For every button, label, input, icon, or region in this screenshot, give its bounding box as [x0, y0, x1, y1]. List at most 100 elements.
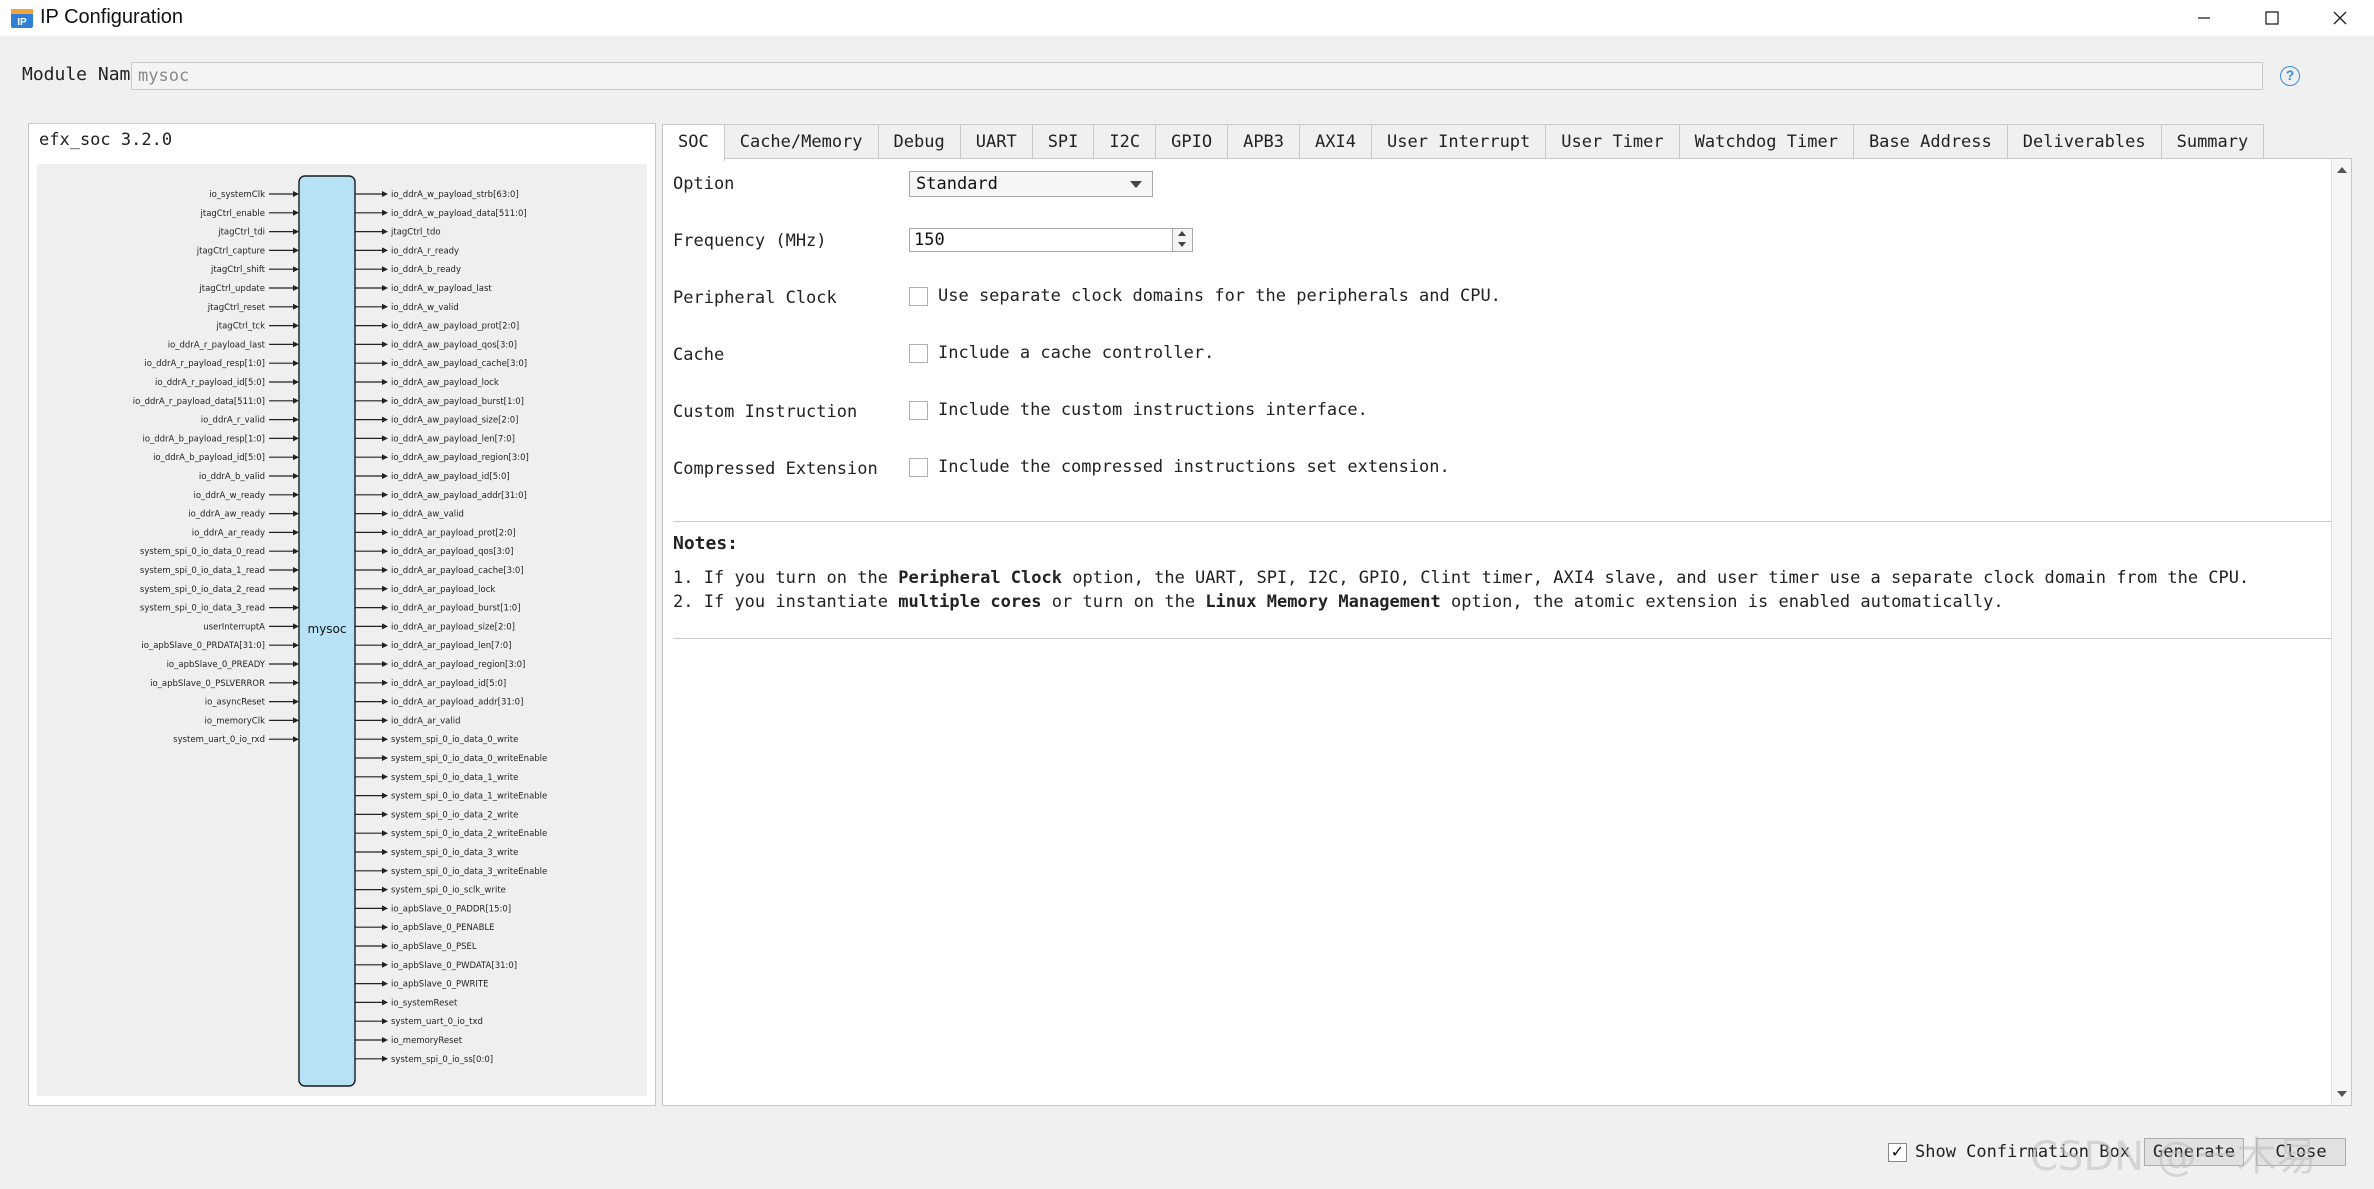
custom-instruction-option[interactable]: Include the custom instructions interfac… [909, 400, 1368, 420]
tab-gpio[interactable]: GPIO [1155, 124, 1229, 159]
port-label: io_ddrA_r_payload_data[511:0] [133, 397, 265, 407]
custom-instruction-label: Custom Instruction [673, 402, 858, 422]
tab-soc[interactable]: SOC [662, 124, 725, 161]
option-dropdown[interactable]: Standard [909, 171, 1153, 197]
output-port: io_ddrA_aw_payload_cache[3:0] [355, 359, 527, 369]
port-label: io_apbSlave_0_PENABLE [391, 923, 495, 933]
tab-user-timer[interactable]: User Timer [1545, 124, 1680, 159]
port-label: io_ddrA_ar_payload_qos[3:0] [391, 547, 514, 557]
port-label: io_apbSlave_0_PADDR[15:0] [391, 904, 511, 914]
spin-up-icon[interactable] [1178, 231, 1186, 236]
input-ports: io_systemClk jtagCtrl_enable jtagCtrl_tdij… [133, 190, 299, 745]
port-label: io_apbSlave_0_PWRITE [391, 980, 488, 990]
peripheral-clock-option[interactable]: Use separate clock domains for the perip… [909, 286, 1501, 306]
output-port: system_spi_0_io_data_1_writeEnable [355, 792, 547, 802]
port-label: io_systemClk [209, 190, 265, 200]
output-port: io_ddrA_w_payload_strb[63:0] [355, 190, 519, 200]
tab-axi4[interactable]: AXI4 [1299, 124, 1372, 159]
tab-watchdog-timer[interactable]: Watchdog Timer [1678, 124, 1854, 159]
tab-base-address[interactable]: Base Address [1852, 124, 2008, 159]
output-port: io_ddrA_ar_payload_size[2:0] [355, 622, 515, 632]
port-label: io_memoryReset [391, 1036, 463, 1046]
module-name-input[interactable] [131, 62, 2263, 90]
close-icon [2333, 11, 2347, 25]
frequency-spinbox[interactable]: 150 [909, 228, 1193, 252]
input-port: io_ddrA_r_payload_data[511:0] [133, 397, 299, 407]
spin-buttons[interactable] [1172, 229, 1192, 251]
port-label: io_ddrA_aw_payload_lock [391, 378, 499, 388]
tab-uart[interactable]: UART [959, 124, 1033, 159]
port-label: io_ddrA_aw_payload_len[7:0] [391, 434, 515, 444]
port-label: io_ddrA_r_payload_resp[1:0] [144, 359, 265, 369]
show-confirmation-option[interactable]: ✓ Show Confirmation Box [1888, 1142, 2130, 1162]
port-label: system_spi_0_io_data_0_writeEnable [391, 754, 547, 764]
cache-checkbox[interactable] [909, 343, 928, 363]
custom-instruction-checkbox[interactable] [909, 400, 928, 420]
output-port: io_ddrA_aw_payload_len[7:0] [355, 434, 515, 444]
port-label: io_ddrA_r_ready [391, 246, 459, 256]
window-title: IP Configuration [40, 6, 184, 28]
port-label: system_spi_0_io_data_1_read [140, 566, 265, 576]
tab-cache-memory[interactable]: Cache/Memory [723, 124, 879, 159]
scroll-down-icon[interactable] [2337, 1091, 2347, 1097]
input-port: io_ddrA_b_payload_id[5:0] [153, 453, 299, 463]
input-port: io_ddrA_r_valid [201, 416, 299, 426]
output-port: io_ddrA_ar_payload_addr[31:0] [355, 698, 523, 708]
tab-i2c[interactable]: I2C [1093, 124, 1157, 159]
port-label: io_ddrA_aw_payload_prot[2:0] [391, 322, 519, 332]
port-label: io_ddrA_ar_payload_region[3:0] [391, 660, 525, 670]
port-label: io_apbSlave_0_PSEL [391, 942, 477, 952]
compressed-extension-checkbox[interactable] [909, 457, 928, 477]
tab-user-interrupt[interactable]: User Interrupt [1370, 124, 1547, 159]
input-port: io_systemClk [209, 190, 299, 200]
port-label: io_ddrA_aw_payload_cache[3:0] [391, 359, 527, 369]
output-port: io_ddrA_ar_payload_prot[2:0] [355, 528, 516, 538]
port-label: io_systemReset [391, 998, 458, 1008]
tab-spi[interactable]: SPI [1031, 124, 1095, 159]
vertical-scrollbar[interactable] [2331, 159, 2351, 1105]
title-bar: IP IP Configuration [0, 0, 2374, 36]
peripheral-clock-checkbox[interactable] [909, 286, 928, 306]
maximize-button[interactable] [2238, 0, 2306, 36]
peripheral-clock-text: Use separate clock domains for the perip… [938, 286, 1501, 306]
input-port: userInterruptA [203, 622, 299, 632]
generate-button[interactable]: Generate [2144, 1138, 2244, 1166]
output-port: io_ddrA_ar_payload_len[7:0] [355, 641, 511, 651]
output-port: io_ddrA_aw_payload_region[3:0] [355, 453, 529, 463]
soc-tab-panel: Option Standard Frequency (MHz) 150 Peri… [662, 158, 2352, 1106]
close-button[interactable]: Close [2256, 1138, 2346, 1166]
scroll-up-icon[interactable] [2337, 167, 2347, 173]
input-port: system_spi_0_io_data_2_read [140, 585, 299, 595]
output-port: io_ddrA_ar_payload_cache[3:0] [355, 566, 524, 576]
input-port: io_ddrA_r_payload_id[5:0] [155, 378, 299, 388]
output-port: io_ddrA_w_payload_data[511:0] [355, 209, 527, 219]
port-label: io_ddrA_ar_payload_addr[31:0] [391, 698, 523, 708]
cache-option[interactable]: Include a cache controller. [909, 343, 1214, 363]
output-port: system_spi_0_io_data_1_write [355, 773, 518, 783]
port-label: io_ddrA_w_payload_data[511:0] [391, 209, 527, 219]
compressed-extension-option[interactable]: Include the compressed instructions set … [909, 457, 1450, 477]
show-confirmation-checkbox[interactable]: ✓ [1888, 1142, 1907, 1162]
port-label: io_ddrA_w_ready [193, 491, 265, 501]
tab-deliverables[interactable]: Deliverables [2006, 124, 2162, 159]
port-label: io_ddrA_b_payload_resp[1:0] [142, 434, 265, 444]
note-2: 2. If you instantiate multiple cores or … [673, 592, 2004, 612]
port-label: io_ddrA_r_valid [201, 416, 265, 426]
port-label: jtagCtrl_tdo [390, 228, 441, 238]
output-port: io_apbSlave_0_PWDATA[31:0] [355, 961, 517, 971]
port-label: io_apbSlave_0_PWDATA[31:0] [391, 961, 517, 971]
close-window-button[interactable] [2306, 0, 2374, 36]
tab-debug[interactable]: Debug [877, 124, 961, 159]
input-port: jtagCtrl_capture [196, 246, 299, 256]
port-label: io_ddrA_ar_payload_size[2:0] [391, 622, 515, 632]
minimize-button[interactable] [2170, 0, 2238, 36]
input-port: system_spi_0_io_data_0_read [140, 547, 299, 557]
block-diagram: mysoc io_systemClk jtagCtrl_enable jtagCtr… [133, 175, 547, 1087]
help-icon[interactable]: ? [2280, 66, 2300, 86]
input-port: io_ddrA_w_ready [193, 491, 299, 501]
output-port: system_spi_0_io_data_3_write [355, 848, 518, 858]
input-port: jtagCtrl_update [198, 284, 299, 294]
tab-summary[interactable]: Summary [2160, 124, 2265, 159]
spin-down-icon[interactable] [1178, 242, 1186, 247]
tab-apb3[interactable]: APB3 [1227, 124, 1301, 159]
